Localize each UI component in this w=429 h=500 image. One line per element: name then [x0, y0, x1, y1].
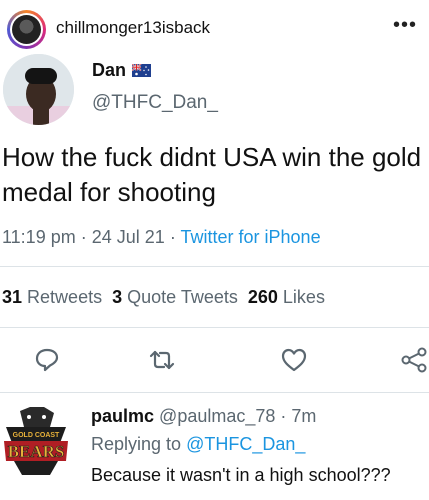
tweet-author-name[interactable]: Dan — [92, 60, 126, 81]
share-icon[interactable] — [398, 343, 429, 377]
tweet-actions-bar — [0, 343, 429, 377]
tweet-time[interactable]: 11:19 pm — [2, 227, 76, 247]
retweet-icon[interactable] — [145, 343, 179, 377]
reply-text: Because it wasn't in a high school??? — [91, 465, 391, 485]
reply-time[interactable]: 7m — [291, 406, 316, 426]
tweet-text: How the fuck didnt USA win the gold meda… — [2, 142, 422, 207]
divider — [0, 327, 429, 328]
reply-author-handle[interactable]: @paulmac_78 — [159, 406, 275, 426]
retweets-stat[interactable]: 31 Retweets — [2, 287, 102, 308]
replying-to-line: Replying to @THFC_Dan_ — [91, 434, 305, 455]
likes-stat[interactable]: 260 Likes — [248, 287, 325, 308]
like-icon[interactable] — [277, 343, 311, 377]
reply-icon[interactable] — [30, 343, 64, 377]
tweet-stats: 31 Retweets 3 Quote Tweets 260 Likes — [2, 287, 325, 308]
australia-flag-icon — [132, 64, 152, 77]
instagram-username[interactable]: chillmonger13isback — [56, 18, 210, 38]
instagram-post-header: chillmonger13isback ••• — [0, 0, 429, 52]
meta-separator: · — [280, 406, 287, 426]
reply-avatar-logo-text: BEARS — [8, 442, 65, 461]
tweet-source[interactable]: Twitter for iPhone — [181, 227, 321, 247]
meta-separator: · — [80, 227, 87, 247]
divider — [0, 266, 429, 267]
reply-avatar-caption: GOLD COAST — [13, 432, 60, 439]
meta-separator: · — [169, 227, 176, 247]
tweet-metadata: 11:19 pm · 24 Jul 21 · Twitter for iPhon… — [2, 227, 321, 248]
tweet-author-avatar[interactable] — [3, 54, 74, 125]
reply-author-avatar[interactable]: GOLD COAST BEARS — [0, 405, 72, 477]
tweet-date[interactable]: 24 Jul 21 — [92, 227, 165, 247]
quote-tweets-stat[interactable]: 3 Quote Tweets — [112, 287, 238, 308]
replying-to-label: Replying to — [91, 434, 182, 454]
reply-author-name[interactable]: paulmc — [91, 406, 154, 426]
reply-header: paulmc @paulmac_78 · 7m — [91, 406, 316, 427]
replying-to-mention[interactable]: @THFC_Dan_ — [186, 434, 305, 454]
more-horizontal-icon[interactable]: ••• — [393, 14, 417, 37]
instagram-avatar[interactable] — [7, 10, 46, 49]
tweet-author-handle[interactable]: @THFC_Dan_ — [92, 92, 218, 114]
divider — [0, 392, 429, 393]
